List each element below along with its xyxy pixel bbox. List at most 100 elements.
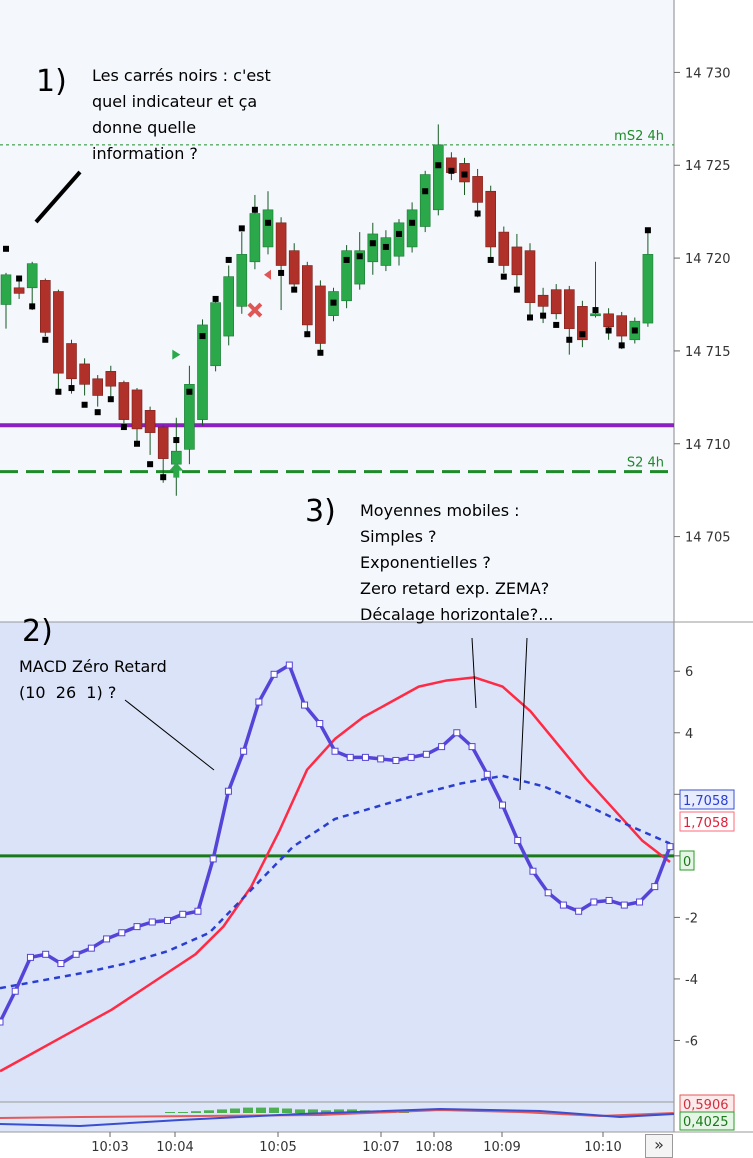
bearish-candle bbox=[275, 222, 287, 266]
histogram-bar bbox=[165, 1112, 175, 1113]
time-tick-label: 10:04 bbox=[156, 1140, 193, 1155]
histogram-bar bbox=[191, 1111, 201, 1113]
macd-point-marker bbox=[255, 698, 263, 706]
bullish-candle bbox=[26, 263, 38, 289]
price-tick-label: 14 725 bbox=[685, 159, 731, 174]
black-square-marker bbox=[330, 299, 337, 306]
macd-point-marker bbox=[453, 729, 461, 737]
black-square-marker bbox=[618, 342, 625, 349]
black-square-marker bbox=[3, 245, 9, 252]
bearish-candle bbox=[13, 287, 25, 294]
annotation-3-text: Moyennes mobiles : Simples ? Exponentiel… bbox=[360, 501, 554, 624]
bearish-candle bbox=[92, 378, 103, 396]
black-square-marker bbox=[278, 269, 285, 276]
macd-point-marker bbox=[148, 918, 156, 926]
histogram-bar bbox=[178, 1112, 188, 1113]
black-square-marker bbox=[173, 437, 180, 444]
time-tick-label: 10:09 bbox=[483, 1140, 520, 1155]
black-square-marker bbox=[160, 474, 167, 481]
macd-tick-label: -4 bbox=[685, 973, 698, 988]
macd-point-marker bbox=[270, 670, 278, 678]
time-tick-label: 10:03 bbox=[91, 1140, 128, 1155]
bearish-candle bbox=[315, 285, 326, 344]
black-square-marker bbox=[396, 230, 402, 237]
macd-point-marker bbox=[87, 944, 95, 952]
bearish-candle bbox=[144, 410, 156, 433]
bearish-candle bbox=[288, 250, 300, 285]
macd-point-marker bbox=[377, 755, 385, 763]
bullish-candle bbox=[262, 209, 274, 248]
black-square-marker bbox=[29, 303, 36, 310]
black-square-marker bbox=[225, 256, 232, 263]
macd-point-marker bbox=[346, 753, 354, 761]
macd-point-marker bbox=[392, 756, 400, 764]
bullish-candle bbox=[406, 209, 418, 248]
macd-point-marker bbox=[575, 907, 583, 915]
black-square-marker bbox=[120, 424, 127, 431]
black-square-marker bbox=[422, 188, 429, 195]
black-square-marker bbox=[134, 440, 140, 447]
histogram-bar bbox=[243, 1107, 253, 1113]
black-square-marker bbox=[592, 307, 599, 314]
macd-point-marker bbox=[620, 901, 628, 909]
bearish-candle bbox=[550, 289, 562, 315]
black-square-marker bbox=[238, 225, 245, 232]
price-tick-label: 14 720 bbox=[685, 252, 731, 267]
macd-point-marker bbox=[209, 855, 217, 863]
bearish-candle bbox=[524, 250, 536, 303]
macd-point-marker bbox=[164, 916, 171, 924]
annotation-2-number: 2) bbox=[22, 614, 53, 649]
histogram-bar bbox=[204, 1110, 214, 1113]
black-square-marker bbox=[369, 240, 376, 247]
black-square-marker bbox=[540, 312, 547, 319]
value-readout: 1,7058 bbox=[683, 816, 729, 831]
black-square-marker bbox=[212, 295, 219, 302]
black-square-marker bbox=[409, 219, 416, 226]
macd-point-marker bbox=[103, 935, 111, 943]
bullish-candle bbox=[197, 324, 208, 420]
black-square-marker bbox=[631, 327, 638, 334]
macd-point-marker bbox=[666, 843, 674, 851]
macd-point-marker bbox=[194, 907, 202, 915]
bearish-candle bbox=[131, 389, 143, 430]
histogram-bar bbox=[230, 1108, 240, 1113]
macd-point-marker bbox=[316, 720, 324, 728]
black-square-marker bbox=[343, 256, 350, 263]
macd-point-marker bbox=[559, 901, 567, 909]
black-square-marker bbox=[199, 333, 206, 340]
macd-point-marker bbox=[514, 836, 522, 844]
bearish-candle bbox=[105, 371, 117, 387]
value-readout: 0 bbox=[683, 855, 691, 870]
macd-point-marker bbox=[133, 923, 141, 931]
black-square-marker bbox=[186, 388, 193, 395]
annotation-1-number: 1) bbox=[36, 64, 67, 99]
bullish-candle bbox=[380, 237, 392, 266]
value-readout: 0,4025 bbox=[683, 1115, 729, 1130]
time-tick-label: 10:05 bbox=[259, 1140, 296, 1155]
bearish-candle bbox=[301, 265, 313, 326]
black-square-marker bbox=[251, 206, 258, 213]
black-square-marker bbox=[356, 253, 363, 260]
macd-point-marker bbox=[544, 889, 552, 897]
black-square-marker bbox=[382, 243, 389, 250]
macd-point-marker bbox=[605, 896, 613, 904]
macd-point-marker bbox=[438, 743, 446, 751]
macd-point-marker bbox=[57, 960, 65, 968]
black-square-marker bbox=[487, 256, 494, 263]
macd-tick-label: 4 bbox=[685, 727, 693, 742]
bearish-candle bbox=[616, 315, 628, 337]
scroll-right-button[interactable]: » bbox=[645, 1134, 673, 1158]
bullish-candle bbox=[0, 274, 12, 305]
black-square-marker bbox=[448, 167, 455, 174]
bearish-candle bbox=[498, 231, 510, 266]
macd-point-marker bbox=[407, 753, 415, 761]
macd-tick-label: 6 bbox=[685, 665, 693, 680]
bearish-candle bbox=[472, 176, 483, 203]
black-square-marker bbox=[42, 336, 49, 343]
black-square-marker bbox=[68, 385, 75, 392]
macd-point-marker bbox=[301, 701, 309, 709]
bullish-candle bbox=[367, 233, 379, 263]
black-square-marker bbox=[291, 286, 298, 293]
histogram-bar bbox=[282, 1108, 292, 1113]
black-square-marker bbox=[579, 331, 586, 338]
